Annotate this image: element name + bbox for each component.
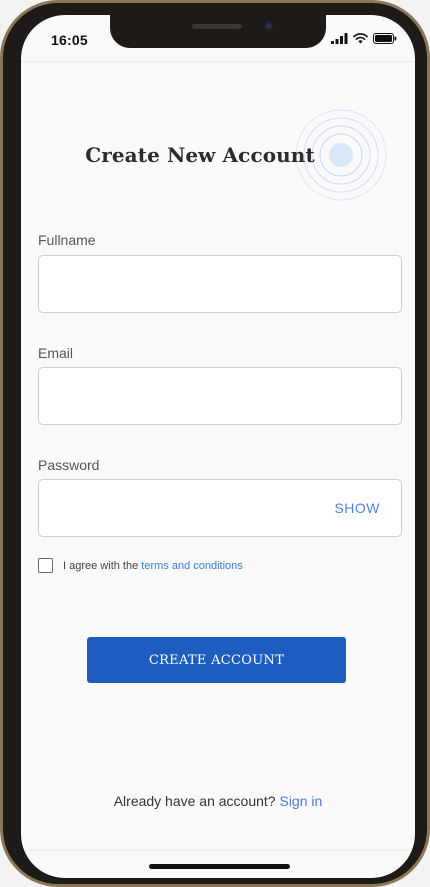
terms-prefix: I agree with the <box>63 560 139 572</box>
fullname-field[interactable] <box>38 255 402 313</box>
terms-checkbox[interactable] <box>38 558 53 573</box>
status-time: 16:05 <box>51 32 88 48</box>
terms-link[interactable]: terms and conditions <box>141 560 243 572</box>
status-icons <box>331 33 397 44</box>
page-title: Create New Account <box>85 143 315 167</box>
signin-link[interactable]: Sign in <box>279 793 322 809</box>
bottom-divider <box>21 850 415 851</box>
fullname-input[interactable] <box>51 256 321 312</box>
signal-icon <box>331 33 348 44</box>
signin-prompt: Already have an account? Sign in <box>21 793 415 809</box>
home-indicator[interactable] <box>149 864 290 869</box>
password-label: Password <box>38 457 100 473</box>
email-field[interactable] <box>38 367 402 425</box>
device-notch <box>110 15 326 48</box>
battery-icon <box>373 33 397 44</box>
camera-icon <box>264 21 274 31</box>
create-account-button[interactable]: CREATE ACCOUNT <box>87 637 346 683</box>
password-field[interactable]: SHOW <box>38 479 402 537</box>
email-input[interactable] <box>51 368 321 424</box>
speaker-icon <box>192 24 242 29</box>
email-label: Email <box>38 345 74 361</box>
fullname-label: Fullname <box>38 232 96 248</box>
signin-question: Already have an account? <box>113 793 276 809</box>
show-password-toggle[interactable]: SHOW <box>334 500 380 516</box>
password-input[interactable] <box>51 480 321 536</box>
wifi-icon <box>353 33 368 44</box>
status-divider <box>21 61 415 62</box>
app-screen: 16:05 Create New Account Fullname Email … <box>21 15 415 878</box>
terms-agreement: I agree with the terms and conditions <box>63 560 243 572</box>
phone-frame: 16:05 Create New Account Fullname Email … <box>0 0 430 887</box>
